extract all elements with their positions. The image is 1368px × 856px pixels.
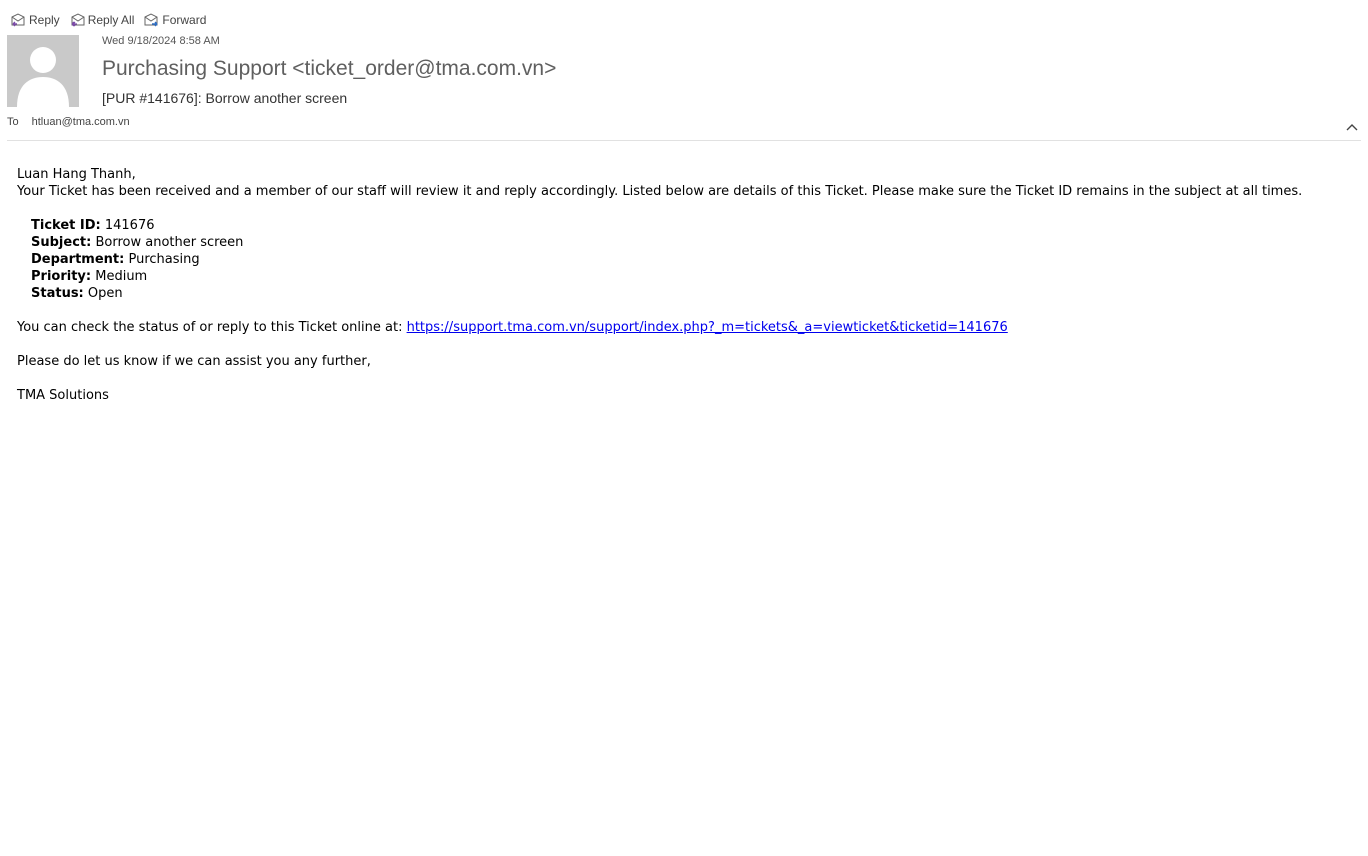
recipients-row: To htluan@tma.com.vn bbox=[7, 116, 130, 128]
detail-row: Priority: Medium bbox=[31, 268, 1317, 285]
detail-label: Ticket ID: bbox=[31, 218, 101, 233]
reply-icon bbox=[10, 13, 26, 27]
signature: TMA Solutions bbox=[17, 388, 109, 403]
forward-button[interactable]: Forward bbox=[143, 13, 206, 27]
to-label: To bbox=[7, 116, 19, 128]
to-recipient[interactable]: htluan@tma.com.vn bbox=[32, 116, 130, 128]
detail-value: Open bbox=[87, 286, 123, 301]
message-body: Luan Hang Thanh, Your Ticket has been re… bbox=[17, 166, 1317, 404]
reply-label: Reply bbox=[29, 13, 60, 27]
intro-paragraph: Your Ticket has been received and a memb… bbox=[17, 184, 1303, 199]
reply-all-label: Reply All bbox=[87, 13, 135, 27]
email-subject: [PUR #141676]: Borrow another screen bbox=[102, 90, 348, 106]
detail-value: Medium bbox=[95, 269, 148, 284]
ticket-link[interactable]: https://support.tma.com.vn/support/index… bbox=[407, 320, 1008, 335]
sender-avatar bbox=[7, 35, 79, 107]
status-paragraph: You can check the status of or reply to … bbox=[17, 319, 1317, 336]
greeting: Luan Hang Thanh, bbox=[17, 167, 136, 182]
chevron-up-icon bbox=[1346, 124, 1358, 131]
sender-name[interactable]: Purchasing Support <ticket_order@tma.com… bbox=[102, 57, 556, 81]
reply-all-icon bbox=[69, 13, 85, 27]
detail-value: Purchasing bbox=[128, 252, 200, 267]
email-reading-pane: Reply Reply All Forward Wed 9/18/2024 8:… bbox=[0, 0, 1368, 856]
forward-label: Forward bbox=[162, 13, 207, 27]
detail-value: Borrow another screen bbox=[95, 235, 244, 250]
detail-label: Department: bbox=[31, 252, 125, 267]
detail-label: Priority: bbox=[31, 269, 92, 284]
ticket-details: Ticket ID: 141676 Subject: Borrow anothe… bbox=[31, 217, 1317, 302]
detail-row: Ticket ID: 141676 bbox=[31, 217, 1317, 234]
status-text: You can check the status of or reply to … bbox=[17, 320, 407, 335]
forward-icon bbox=[143, 13, 159, 27]
sent-date: Wed 9/18/2024 8:58 AM bbox=[102, 35, 220, 47]
detail-row: Department: Purchasing bbox=[31, 251, 1317, 268]
header-divider bbox=[7, 140, 1361, 141]
detail-row: Subject: Borrow another screen bbox=[31, 234, 1317, 251]
detail-label: Subject: bbox=[31, 235, 92, 250]
detail-value: 141676 bbox=[104, 218, 155, 233]
detail-label: Status: bbox=[31, 286, 84, 301]
detail-row: Status: Open bbox=[31, 285, 1317, 302]
message-toolbar: Reply Reply All Forward bbox=[10, 10, 206, 30]
person-silhouette-icon bbox=[17, 47, 69, 107]
reply-button[interactable]: Reply bbox=[10, 13, 60, 27]
collapse-header-button[interactable] bbox=[1344, 120, 1360, 134]
reply-all-button[interactable]: Reply All bbox=[69, 13, 135, 27]
closing-line: Please do let us know if we can assist y… bbox=[17, 354, 371, 369]
